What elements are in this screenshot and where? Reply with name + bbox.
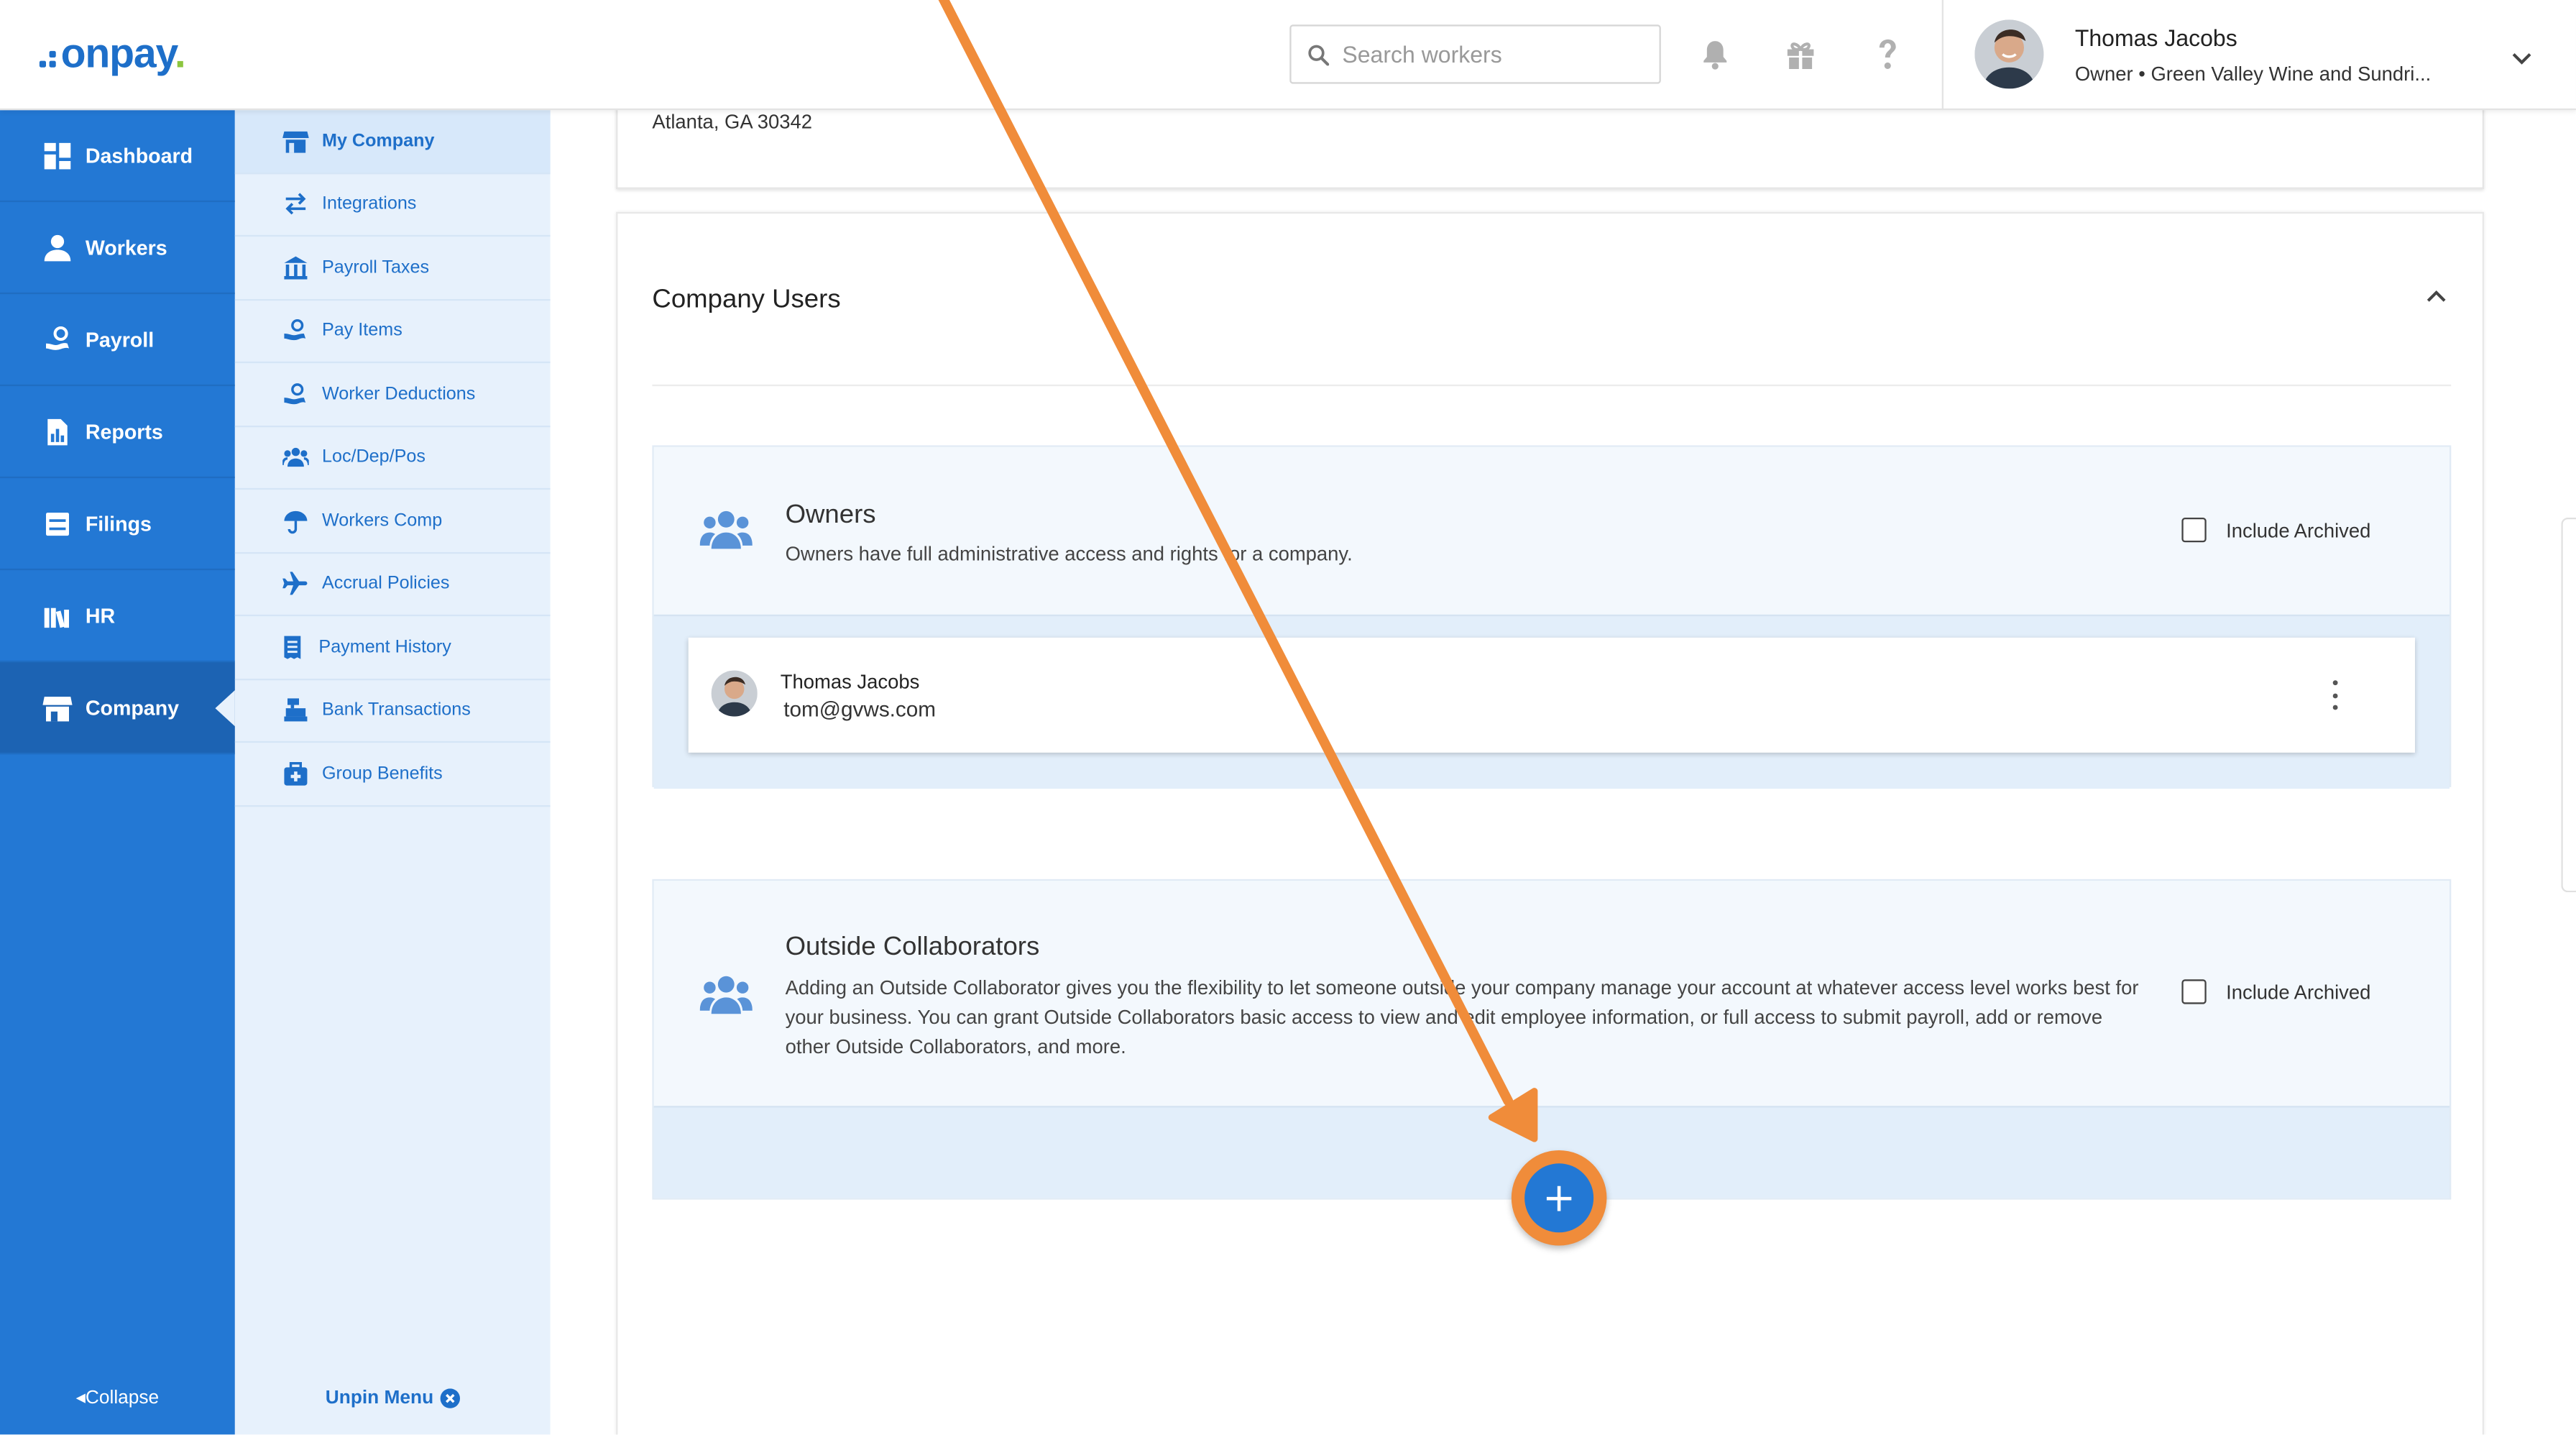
list-item[interactable]: Thomas Jacobs tom@gvws.com [688, 637, 2415, 753]
unpin-menu-button[interactable]: Unpin Menu [235, 1388, 551, 1408]
plane-icon [282, 572, 308, 595]
payroll-icon [45, 325, 69, 349]
sidebar-item-label: Dashboard [85, 143, 193, 167]
close-circle-icon [440, 1388, 460, 1408]
search-box[interactable] [1289, 24, 1661, 84]
store-icon [282, 131, 309, 152]
include-archived-checkbox[interactable] [2181, 517, 2207, 543]
dashboard-icon [44, 142, 71, 169]
workers-icon [44, 234, 71, 261]
include-archived-checkbox[interactable] [2181, 979, 2207, 1004]
add-collaborator-button[interactable]: + [1524, 1163, 1594, 1233]
sidebar-item-filings[interactable]: Filings [0, 478, 235, 571]
owners-description: Owners have full administrative access a… [785, 542, 1353, 566]
umbrella-icon [284, 510, 308, 533]
sidebar-item-dashboard[interactable]: Dashboard [0, 110, 235, 203]
sidebar-item-label: Reports [85, 419, 163, 443]
top-header: onpay. Thomas Jacobs Owner • Green Valle… [0, 0, 2576, 111]
collaborators-description: Adding an Outside Collaborator gives you… [785, 976, 2139, 1058]
owners-header: Owners Owners have full administrative a… [653, 446, 2450, 615]
avatar[interactable] [1974, 19, 2044, 89]
subnav-item-group-benefits[interactable]: Group Benefits [234, 743, 551, 807]
user-row-email: tom@gvws.com [783, 697, 937, 722]
search-icon [1308, 44, 1330, 65]
add-button-highlight: + [1511, 1150, 1607, 1246]
users-icon [282, 448, 309, 467]
owners-list: Thomas Jacobs tom@gvws.com [653, 614, 2450, 789]
filings-icon [45, 511, 69, 535]
divider [652, 384, 2452, 387]
users-icon [699, 510, 753, 549]
sidebar-item-label: Company [85, 695, 180, 719]
chevron-up-icon[interactable] [2425, 283, 2448, 312]
primary-sidebar: Dashboard Workers Payroll Reports Filing… [0, 110, 235, 1435]
swap-arrows-icon [285, 193, 306, 216]
sidebar-item-label: Filings [85, 511, 152, 535]
sidebar-item-payroll[interactable]: Payroll [0, 294, 235, 387]
subnav-item-accrual-policies[interactable]: Accrual Policies [234, 553, 551, 617]
sidebar-item-label: Payroll [85, 327, 155, 351]
help-icon[interactable] [1869, 36, 1905, 72]
company-subnav: My Company Integrations Payroll Taxes Pa… [234, 110, 574, 1435]
logo-mark [39, 50, 56, 68]
sidebar-item-workers[interactable]: Workers [0, 202, 235, 295]
subnav-item-payment-history[interactable]: Payment History [234, 616, 551, 680]
user-name[interactable]: Thomas Jacobs [2075, 24, 2237, 51]
owners-title: Owners [785, 501, 876, 529]
logo-text: onpay. [60, 30, 186, 77]
hand-coin-icon [284, 382, 306, 404]
section-title: Company Users [652, 285, 841, 314]
subnav-item-worker-deductions[interactable]: Worker Deductions [234, 363, 551, 427]
subnav-item-loc-dep-pos[interactable]: Loc/Dep/Pos [234, 426, 551, 490]
receipt-icon [284, 635, 301, 659]
subnav-item-my-company[interactable]: My Company [234, 110, 574, 174]
subnav-item-workers-comp[interactable]: Workers Comp [234, 490, 551, 554]
gift-icon[interactable] [1782, 36, 1818, 72]
collaborators-title: Outside Collaborators [785, 933, 1040, 962]
scrollbar[interactable] [2561, 517, 2576, 893]
sidebar-item-reports[interactable]: Reports [0, 386, 235, 479]
app-window: onpay. Thomas Jacobs Owner • Green Valle… [0, 0, 2576, 1435]
user-role: Owner • Green Valley Wine and Sundri... [2074, 62, 2432, 86]
sidebar-item-company[interactable]: Company [0, 662, 235, 755]
sidebar-item-label: HR [85, 603, 116, 627]
cash-register-icon [284, 698, 308, 722]
more-options-icon[interactable] [2324, 680, 2344, 710]
address-line: Atlanta, GA 30342 [652, 110, 813, 134]
owners-group: Owners Owners have full administrative a… [652, 445, 2452, 789]
header-divider [1941, 0, 1944, 111]
caret-left-icon: ◂ [75, 1388, 86, 1408]
chevron-down-icon[interactable] [2511, 46, 2534, 75]
sidebar-item-label: Workers [85, 235, 167, 259]
company-icon [42, 695, 73, 721]
hr-icon [44, 607, 69, 628]
avatar [711, 670, 758, 717]
search-input[interactable] [1342, 41, 1638, 68]
subnav-item-bank-transactions[interactable]: Bank Transactions [234, 679, 551, 743]
collapse-button[interactable]: ◂Collapse [0, 1385, 235, 1408]
subnav-item-payroll-taxes[interactable]: Payroll Taxes [234, 237, 551, 301]
bank-icon [284, 255, 308, 279]
subnav-item-pay-items[interactable]: Pay Items [234, 300, 551, 364]
company-users-card: Company Users Owners Owners have full ad… [616, 211, 2484, 1435]
hand-coin-icon [284, 319, 306, 341]
medical-kit-icon [284, 761, 308, 785]
owners-include-archived[interactable]: Include Archived [2181, 517, 2370, 543]
user-row-name: Thomas Jacobs [780, 670, 920, 694]
bell-icon[interactable] [1697, 36, 1733, 72]
collaborators-header: Outside Collaborators Adding an Outside … [653, 881, 2450, 1106]
sidebar-item-hr[interactable]: HR [0, 570, 235, 663]
users-icon [699, 976, 753, 1014]
onpay-logo[interactable]: onpay. [39, 29, 186, 79]
collaborators-include-archived[interactable]: Include Archived [2181, 979, 2370, 1004]
reports-icon [47, 418, 68, 445]
subnav-item-integrations[interactable]: Integrations [234, 173, 551, 237]
